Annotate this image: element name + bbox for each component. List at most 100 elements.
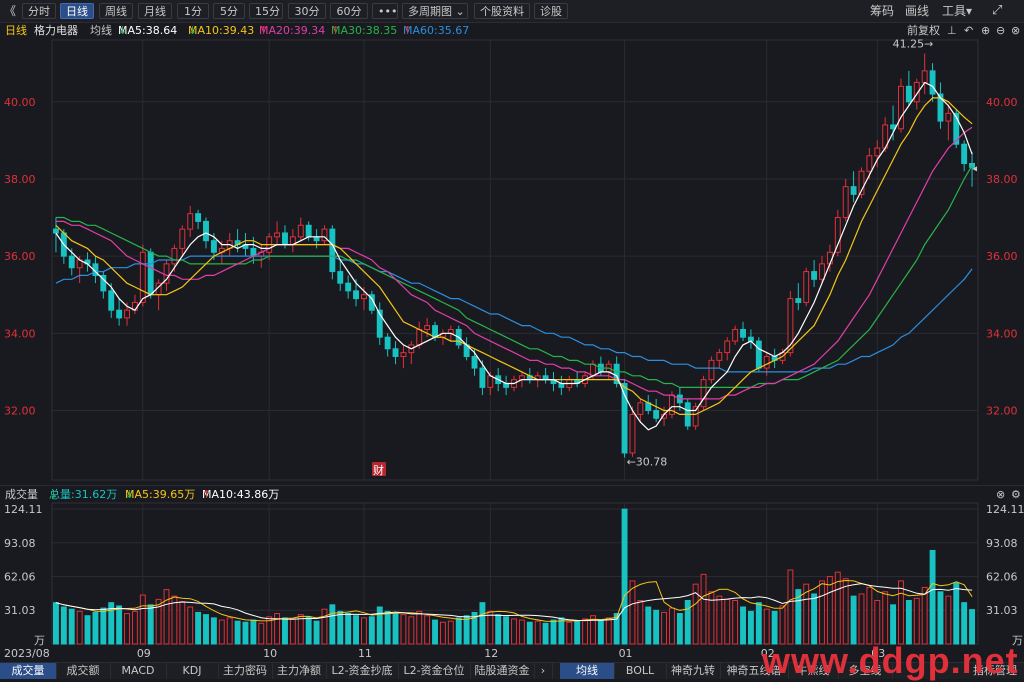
candle-body bbox=[819, 263, 825, 280]
candle-body bbox=[424, 325, 431, 330]
price-tick-label-right: 32.00 bbox=[986, 405, 1018, 418]
candle-body bbox=[203, 220, 209, 242]
candle-body bbox=[716, 352, 723, 361]
volume-bar bbox=[945, 595, 952, 645]
volume-bar bbox=[408, 616, 415, 645]
price-tick-label-right: 36.00 bbox=[986, 250, 1018, 263]
volume-bar bbox=[574, 620, 581, 645]
volume-bar bbox=[179, 601, 186, 645]
volume-bar bbox=[937, 591, 944, 645]
date-tick-label: 2023/08 bbox=[4, 647, 50, 660]
candle-body bbox=[337, 271, 344, 284]
volume-tick-label-left: 93.08 bbox=[4, 537, 36, 550]
candle-body bbox=[898, 85, 904, 130]
tab-turnover[interactable]: 成交额 bbox=[56, 663, 111, 679]
candle-body bbox=[297, 224, 304, 238]
volume-bar bbox=[124, 613, 130, 645]
volume-bar bbox=[526, 621, 533, 645]
volume-bar bbox=[961, 602, 968, 645]
tab-northbound-funds[interactable]: 陆股通资金 bbox=[470, 663, 535, 679]
candle-body bbox=[842, 186, 849, 219]
volume-bar bbox=[53, 602, 59, 645]
candle-body bbox=[124, 309, 130, 319]
candle-body bbox=[139, 251, 146, 303]
candle-body bbox=[313, 236, 320, 242]
volume-bar bbox=[163, 589, 170, 645]
volume-bar bbox=[779, 605, 786, 645]
volume-bar bbox=[621, 508, 628, 645]
low-price-label: ←30.78 bbox=[627, 456, 668, 469]
volume-bar bbox=[866, 586, 873, 645]
volume-bar bbox=[653, 609, 660, 645]
volume-bar bbox=[424, 615, 431, 645]
price-tick-label-left: 38.00 bbox=[4, 173, 36, 186]
tab-macd[interactable]: MACD bbox=[110, 663, 167, 679]
volume-bar bbox=[842, 578, 849, 645]
volume-bar bbox=[605, 617, 612, 645]
tab-magic-nine[interactable]: 神奇九转 bbox=[666, 663, 721, 679]
volume-bar bbox=[645, 606, 652, 645]
volume-bar bbox=[203, 614, 209, 645]
candle-body bbox=[353, 290, 359, 300]
volume-tick-label-left: 31.03 bbox=[4, 604, 36, 617]
tab-main-force-net[interactable]: 主力净额 bbox=[272, 663, 327, 679]
volume-bar bbox=[724, 598, 731, 645]
candle-body bbox=[700, 379, 707, 408]
volume-bar bbox=[84, 615, 91, 645]
volume-bar bbox=[131, 610, 138, 645]
kline-chart[interactable]: 40.00 40.00 38.00 38.00 36.00 36.00 34.00 34.00… bbox=[0, 0, 1024, 678]
volume-bar bbox=[250, 619, 257, 645]
volume-bar bbox=[361, 617, 367, 645]
candle-body bbox=[147, 251, 154, 296]
volume-tick-label-right: 124.11 bbox=[986, 503, 1024, 516]
candle-body bbox=[479, 367, 486, 388]
date-tick-label: 09 bbox=[137, 647, 151, 660]
candle-body bbox=[361, 294, 367, 300]
tab-kdj[interactable]: KDJ bbox=[166, 663, 219, 679]
volume-tick-label-left: 124.11 bbox=[4, 503, 43, 516]
high-price-label: 41.25→ bbox=[893, 38, 934, 51]
volume-bar bbox=[669, 607, 675, 645]
volume-bar bbox=[463, 615, 470, 645]
volume-bar bbox=[432, 619, 438, 645]
candle-body bbox=[834, 217, 841, 253]
candle-body bbox=[195, 213, 202, 222]
volume-bar bbox=[755, 602, 762, 645]
candle-body bbox=[826, 251, 833, 265]
volume-bar bbox=[218, 619, 225, 645]
volume-bar bbox=[740, 606, 746, 645]
volume-bar bbox=[353, 615, 359, 645]
price-tick-label-right: 34.00 bbox=[986, 327, 1018, 340]
volume-bar bbox=[882, 591, 889, 645]
volume-bar bbox=[210, 617, 217, 645]
volume-bar bbox=[558, 617, 565, 645]
volume-bar bbox=[321, 608, 328, 645]
tab-boll[interactable]: BOLL bbox=[614, 663, 667, 679]
candle-body bbox=[416, 328, 423, 346]
volume-bar bbox=[597, 619, 604, 645]
candle-body bbox=[187, 213, 194, 230]
last-price-marker-icon: ◂ bbox=[972, 163, 977, 174]
volume-bar bbox=[898, 580, 904, 645]
tab-volume[interactable]: 成交量 bbox=[0, 663, 57, 679]
chevron-right-icon[interactable]: › bbox=[534, 663, 553, 679]
candle-body bbox=[108, 290, 115, 311]
candle-body bbox=[432, 325, 438, 338]
candle-body bbox=[803, 271, 810, 303]
tab-main-force-code[interactable]: 主力密码 bbox=[218, 663, 273, 679]
volume-bar bbox=[439, 621, 446, 645]
price-tick-label-left: 40.00 bbox=[4, 96, 36, 109]
volume-bar bbox=[566, 621, 573, 645]
tab-l2-position[interactable]: L2-资金仓位 bbox=[398, 663, 471, 679]
candle-body bbox=[866, 155, 873, 172]
tab-l2-bottom-fishing[interactable]: L2-资金抄底 bbox=[326, 663, 399, 679]
volume-bar bbox=[195, 611, 202, 645]
volume-bar bbox=[826, 576, 833, 645]
candle-body bbox=[116, 309, 123, 319]
candle-body bbox=[945, 112, 952, 122]
tab-ma[interactable]: 均线 bbox=[560, 663, 615, 679]
price-panel-frame bbox=[51, 39, 979, 481]
candle-body bbox=[811, 271, 818, 280]
volume-bar bbox=[313, 620, 320, 645]
volume-bar bbox=[329, 604, 336, 645]
